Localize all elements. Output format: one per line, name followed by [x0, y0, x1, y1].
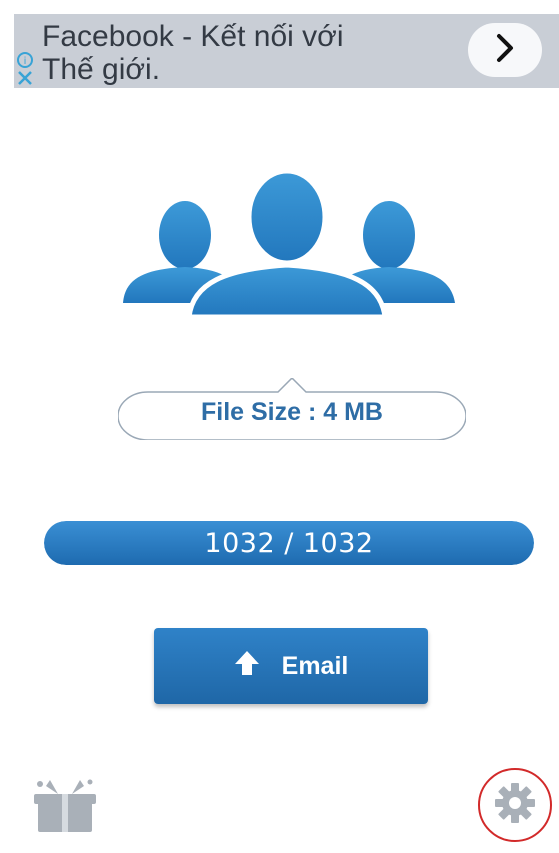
- ad-title[interactable]: Facebook - Kết nối với Thế giới.: [42, 20, 422, 86]
- ad-banner[interactable]: i Facebook - Kết nối với Thế giới.: [14, 14, 559, 88]
- chevron-right-icon: [492, 32, 518, 69]
- email-button-label: Email: [281, 651, 349, 680]
- file-size-label: File Size : 4 MB: [201, 397, 383, 426]
- upload-arrow-icon: [234, 650, 260, 683]
- settings-button[interactable]: [478, 768, 552, 842]
- progress-bar: 1032 / 1032: [44, 521, 534, 565]
- gear-icon: [493, 781, 537, 830]
- ad-choices-icon[interactable]: i: [16, 50, 34, 86]
- ad-title-line2: Thế giới.: [42, 53, 161, 86]
- gift-box-icon[interactable]: [28, 778, 102, 834]
- ad-title-line1: Facebook - Kết nối với: [42, 20, 344, 53]
- contacts-group-icon: [115, 165, 465, 325]
- progress-text: 1032 / 1032: [204, 527, 374, 559]
- ad-open-button[interactable]: [468, 23, 542, 77]
- email-button[interactable]: Email: [154, 628, 428, 704]
- svg-text:i: i: [24, 56, 27, 67]
